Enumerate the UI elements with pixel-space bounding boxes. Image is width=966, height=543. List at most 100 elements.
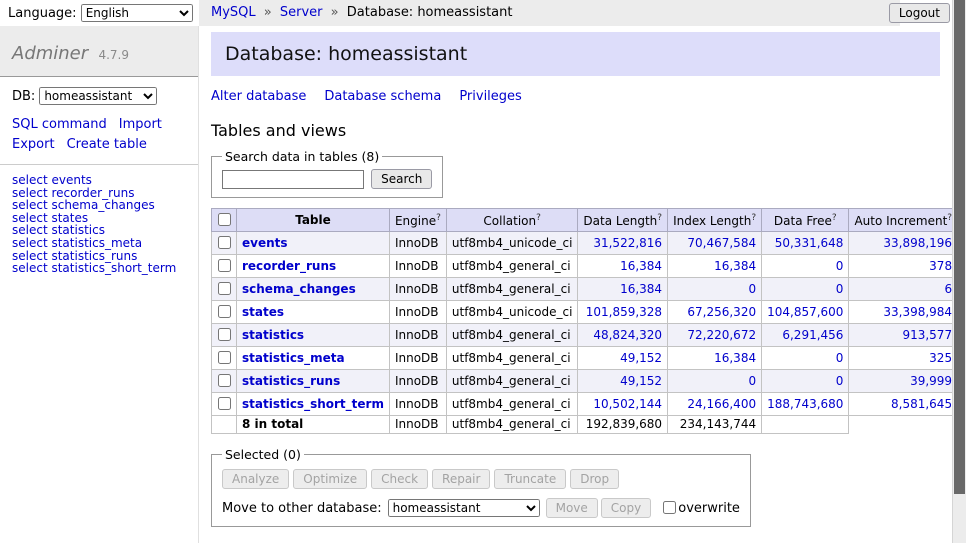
row-checkbox-cell	[212, 255, 237, 278]
database-action-link[interactable]: Database schema	[324, 89, 441, 104]
help-icon[interactable]: ?	[751, 213, 756, 223]
auto-increment-link[interactable]: 913,577	[902, 328, 952, 342]
sidebar-table-link[interactable]: select statistics_meta	[12, 237, 186, 250]
logout-button[interactable]: Logout	[889, 3, 950, 23]
main-area: MySQL » Server » Database: homeassistant…	[199, 0, 952, 543]
language-select[interactable]: English	[81, 4, 193, 22]
table-name-link[interactable]: states	[242, 305, 284, 319]
collation-cell: utf8mb4_general_ci	[446, 347, 578, 370]
analyze-button[interactable]: Analyze	[222, 469, 289, 489]
table-name-link[interactable]: recorder_runs	[242, 259, 336, 273]
row-checkbox[interactable]	[218, 236, 231, 249]
sidebar-menu-link[interactable]: SQL command	[12, 117, 107, 132]
data-free-link[interactable]: 0	[836, 374, 844, 388]
breadcrumb-separator: »	[331, 5, 339, 20]
engine-cell: InnoDB	[389, 232, 446, 255]
move-button[interactable]: Move	[546, 498, 598, 518]
table-name-link[interactable]: events	[242, 236, 288, 250]
sidebar-table-link[interactable]: select schema_changes	[12, 199, 186, 212]
auto-increment-link[interactable]: 378	[929, 259, 952, 273]
db-select[interactable]: homeassistant	[39, 87, 157, 105]
data-free-link[interactable]: 0	[836, 351, 844, 365]
breadcrumb-server-link[interactable]: Server	[280, 5, 323, 20]
optimize-button[interactable]: Optimize	[293, 469, 367, 489]
index-length-link[interactable]: 24,166,400	[687, 397, 756, 411]
breadcrumb-mysql-link[interactable]: MySQL	[211, 5, 256, 20]
table-name-cell: events	[237, 232, 390, 255]
data-free-link[interactable]: 50,331,648	[775, 236, 844, 250]
sidebar-menu-link[interactable]: Create table	[67, 137, 147, 152]
sidebar-table-link[interactable]: select events	[12, 174, 186, 187]
table-name-link[interactable]: statistics_meta	[242, 351, 345, 365]
data-length-link[interactable]: 48,824,320	[593, 328, 662, 342]
table-name-link[interactable]: statistics	[242, 328, 304, 342]
engine-cell: InnoDB	[389, 370, 446, 393]
row-checkbox[interactable]	[218, 397, 231, 410]
table-name-link[interactable]: statistics_runs	[242, 374, 340, 388]
help-icon[interactable]: ?	[657, 213, 662, 223]
index-length-link[interactable]: 16,384	[714, 351, 756, 365]
help-icon[interactable]: ?	[536, 213, 541, 223]
total-index-length-cell: 234,143,744	[668, 416, 762, 434]
data-free-link[interactable]: 104,857,600	[767, 305, 843, 319]
data-length-link[interactable]: 49,152	[620, 351, 662, 365]
table-row: schema_changesInnoDButf8mb4_general_ci16…	[212, 278, 953, 301]
data-length-link[interactable]: 10,502,144	[593, 397, 662, 411]
overwrite-checkbox[interactable]	[663, 501, 676, 514]
move-row: Move to other database: homeassistant Mo…	[222, 498, 740, 518]
db-form: DB: homeassistant	[0, 77, 198, 113]
index-length-link[interactable]: 72,220,672	[687, 328, 756, 342]
row-checkbox[interactable]	[218, 351, 231, 364]
index-length-link[interactable]: 16,384	[714, 259, 756, 273]
column-header-index-length: Index Length?	[668, 209, 762, 232]
data-length-link[interactable]: 49,152	[620, 374, 662, 388]
index-length-link[interactable]: 70,467,584	[687, 236, 756, 250]
select-all-checkbox[interactable]	[218, 213, 231, 226]
data-free-link[interactable]: 0	[836, 282, 844, 296]
data-free-link[interactable]: 0	[836, 259, 844, 273]
data-length-cell: 16,384	[578, 278, 668, 301]
search-button[interactable]: Search	[371, 169, 432, 189]
search-input[interactable]	[222, 170, 364, 189]
drop-button[interactable]: Drop	[570, 469, 619, 489]
row-checkbox[interactable]	[218, 282, 231, 295]
help-icon[interactable]: ?	[436, 213, 441, 223]
copy-button[interactable]: Copy	[601, 498, 651, 518]
selected-legend: Selected (0)	[222, 447, 304, 462]
database-action-link[interactable]: Alter database	[211, 89, 306, 104]
table-name-link[interactable]: schema_changes	[242, 282, 356, 296]
row-checkbox[interactable]	[218, 259, 231, 272]
table-name-link[interactable]: statistics_short_term	[242, 397, 384, 411]
page-title: Database: homeassistant	[211, 32, 940, 76]
index-length-link[interactable]: 67,256,320	[687, 305, 756, 319]
data-length-link[interactable]: 101,859,328	[586, 305, 662, 319]
auto-increment-link[interactable]: 8,581,645	[891, 397, 952, 411]
auto-increment-link[interactable]: 39,999	[910, 374, 952, 388]
data-length-link[interactable]: 31,522,816	[593, 236, 662, 250]
help-icon[interactable]: ?	[832, 213, 837, 223]
auto-increment-link[interactable]: 33,398,984	[883, 305, 952, 319]
index-length-link[interactable]: 0	[748, 374, 756, 388]
data-free-link[interactable]: 6,291,456	[782, 328, 843, 342]
auto-increment-cell: 325	[849, 347, 952, 370]
row-checkbox[interactable]	[218, 305, 231, 318]
data-length-link[interactable]: 16,384	[620, 259, 662, 273]
auto-increment-link[interactable]: 325	[929, 351, 952, 365]
data-free-link[interactable]: 188,743,680	[767, 397, 843, 411]
scrollbar[interactable]	[952, 0, 966, 543]
repair-button[interactable]: Repair	[432, 469, 490, 489]
row-checkbox[interactable]	[218, 374, 231, 387]
auto-increment-link[interactable]: 33,898,196	[883, 236, 952, 250]
data-length-link[interactable]: 16,384	[620, 282, 662, 296]
database-action-link[interactable]: Privileges	[459, 89, 522, 104]
check-button[interactable]: Check	[371, 469, 428, 489]
truncate-button[interactable]: Truncate	[494, 469, 566, 489]
auto-increment-link[interactable]: 6	[944, 282, 952, 296]
sidebar-menu-link[interactable]: Export	[12, 137, 55, 152]
sidebar-menu-link[interactable]: Import	[119, 117, 162, 132]
index-length-link[interactable]: 0	[748, 282, 756, 296]
sidebar-table-link[interactable]: select statistics_short_term	[12, 262, 186, 275]
move-database-select[interactable]: homeassistant	[388, 499, 540, 517]
row-checkbox[interactable]	[218, 328, 231, 341]
scrollbar-thumb[interactable]	[954, 0, 965, 494]
